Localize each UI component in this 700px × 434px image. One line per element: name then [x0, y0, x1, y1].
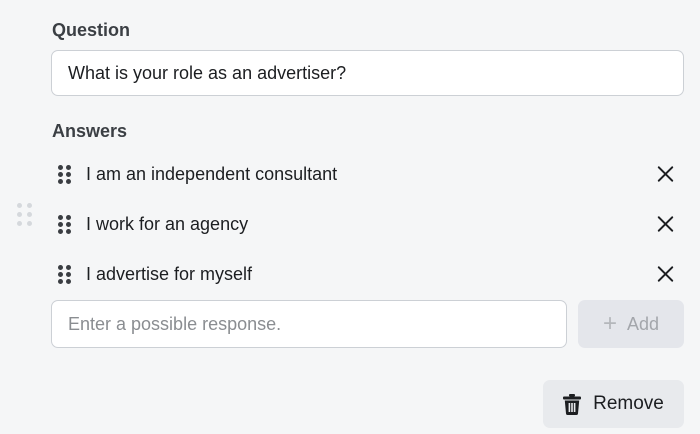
answer-item: I am an independent consultant: [51, 158, 685, 190]
answer-text[interactable]: I work for an agency: [86, 214, 654, 235]
answer-item: I advertise for myself: [51, 258, 685, 290]
card-drag-handle-icon[interactable]: [17, 203, 33, 227]
drag-handle-icon[interactable]: [58, 214, 72, 234]
answer-text[interactable]: I am an independent consultant: [86, 164, 654, 185]
answer-item: I work for an agency: [51, 208, 685, 240]
plus-icon: +: [602, 310, 617, 337]
add-button-label: Add: [626, 313, 660, 334]
new-response-input[interactable]: [51, 300, 567, 348]
add-response-button[interactable]: + Add: [578, 300, 684, 348]
trash-icon: [563, 393, 582, 415]
answer-text[interactable]: I advertise for myself: [86, 264, 654, 285]
remove-button-label: Remove: [593, 393, 664, 414]
remove-question-button[interactable]: Remove: [543, 380, 684, 428]
question-label: Question: [52, 20, 131, 40]
drag-handle-icon[interactable]: [58, 264, 72, 284]
remove-answer-close-icon[interactable]: [654, 163, 676, 185]
remove-answer-close-icon[interactable]: [654, 213, 676, 235]
question-value: What is your role as an advertiser?: [68, 62, 347, 83]
question-field[interactable]: What is your role as an advertiser?: [51, 50, 684, 96]
remove-answer-close-icon[interactable]: [654, 263, 676, 285]
answers-label: Answers: [52, 121, 128, 141]
drag-handle-icon[interactable]: [58, 164, 72, 184]
